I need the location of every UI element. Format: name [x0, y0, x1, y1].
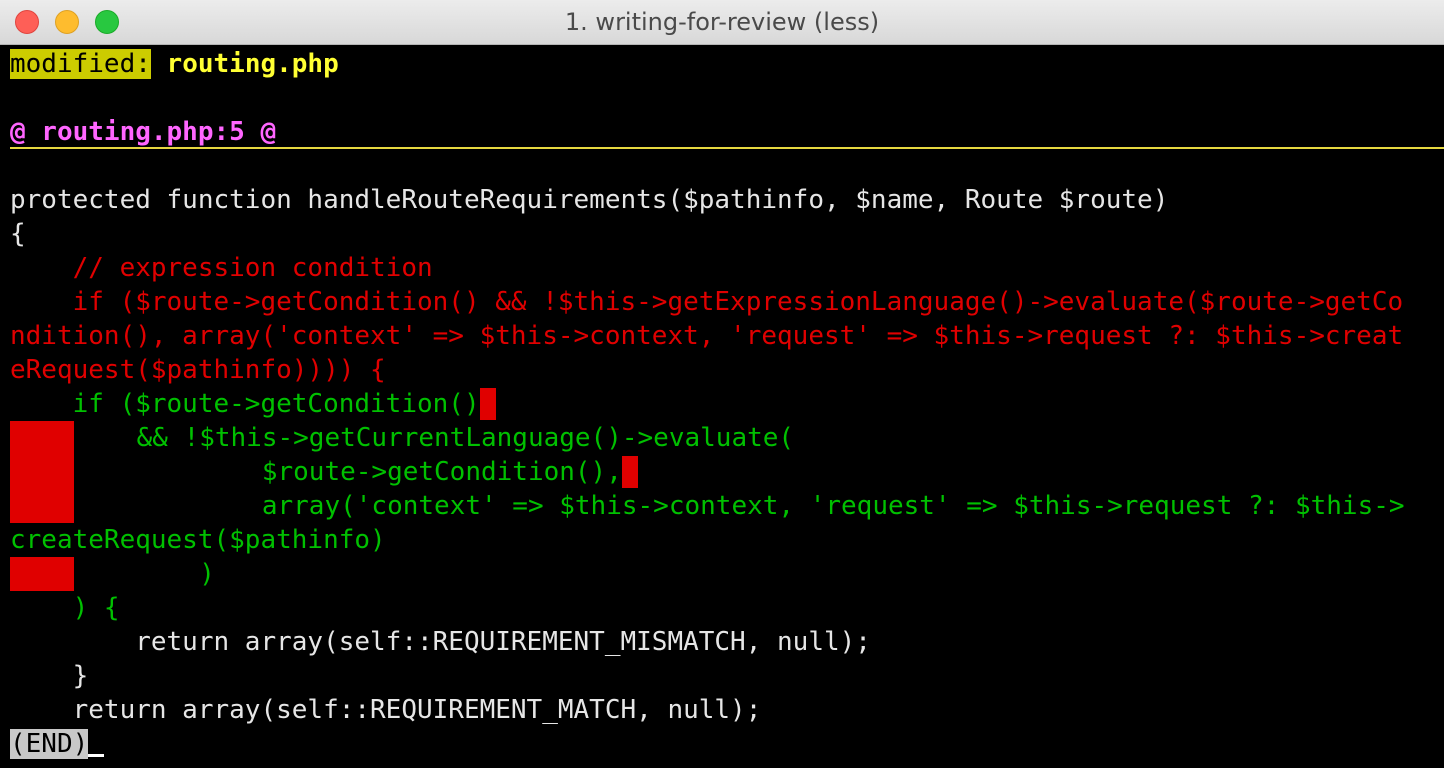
- removed-line: // expression condition: [10, 253, 433, 283]
- added-line: ): [10, 557, 1440, 591]
- added-line: $route->getCondition(),: [10, 455, 1440, 489]
- added-line: createRequest($pathinfo): [10, 525, 386, 555]
- whitespace-error-marker: [479, 388, 496, 420]
- terminal-content: modified: routing.php @ routing.php:5 @ …: [10, 47, 1444, 761]
- code-line: return array(self::REQUIREMENT_MATCH, nu…: [10, 695, 762, 725]
- pager-prompt[interactable]: (END): [10, 727, 1440, 761]
- hunk-header: @ routing.php:5 @: [10, 117, 277, 147]
- code-line: protected function handleRouteRequiremen…: [10, 185, 1169, 215]
- code-line: }: [10, 661, 89, 691]
- removed-line: ndition(), array('context' => $this->con…: [10, 321, 1404, 351]
- terminal-window: 1. writing-for-review (less) modified: r…: [0, 0, 1444, 768]
- file-header: modified: routing.php: [10, 47, 1440, 81]
- added-line: if ($route->getCondition(): [10, 387, 1440, 421]
- code-line: {: [10, 219, 26, 249]
- cursor: [88, 754, 105, 757]
- added-line: ) {: [10, 593, 120, 623]
- end-indicator: (END): [10, 729, 89, 759]
- removed-line: eRequest($pathinfo)))) {: [10, 355, 386, 385]
- file-name: routing.php: [166, 49, 339, 79]
- removed-line: if ($route->getCondition() && !$this->ge…: [10, 287, 1404, 317]
- whitespace-error-marker: [10, 557, 74, 591]
- added-line: array('context' => $this->context, 'requ…: [74, 491, 1405, 521]
- whitespace-error-marker: [621, 456, 638, 488]
- title-bar[interactable]: 1. writing-for-review (less): [0, 0, 1444, 45]
- added-line: && !$this->getCurrentLanguage()->evaluat…: [10, 421, 1440, 523]
- code-line: return array(self::REQUIREMENT_MISMATCH,…: [10, 627, 871, 657]
- window-title: 1. writing-for-review (less): [564, 8, 880, 36]
- status-label: modified:: [10, 49, 151, 79]
